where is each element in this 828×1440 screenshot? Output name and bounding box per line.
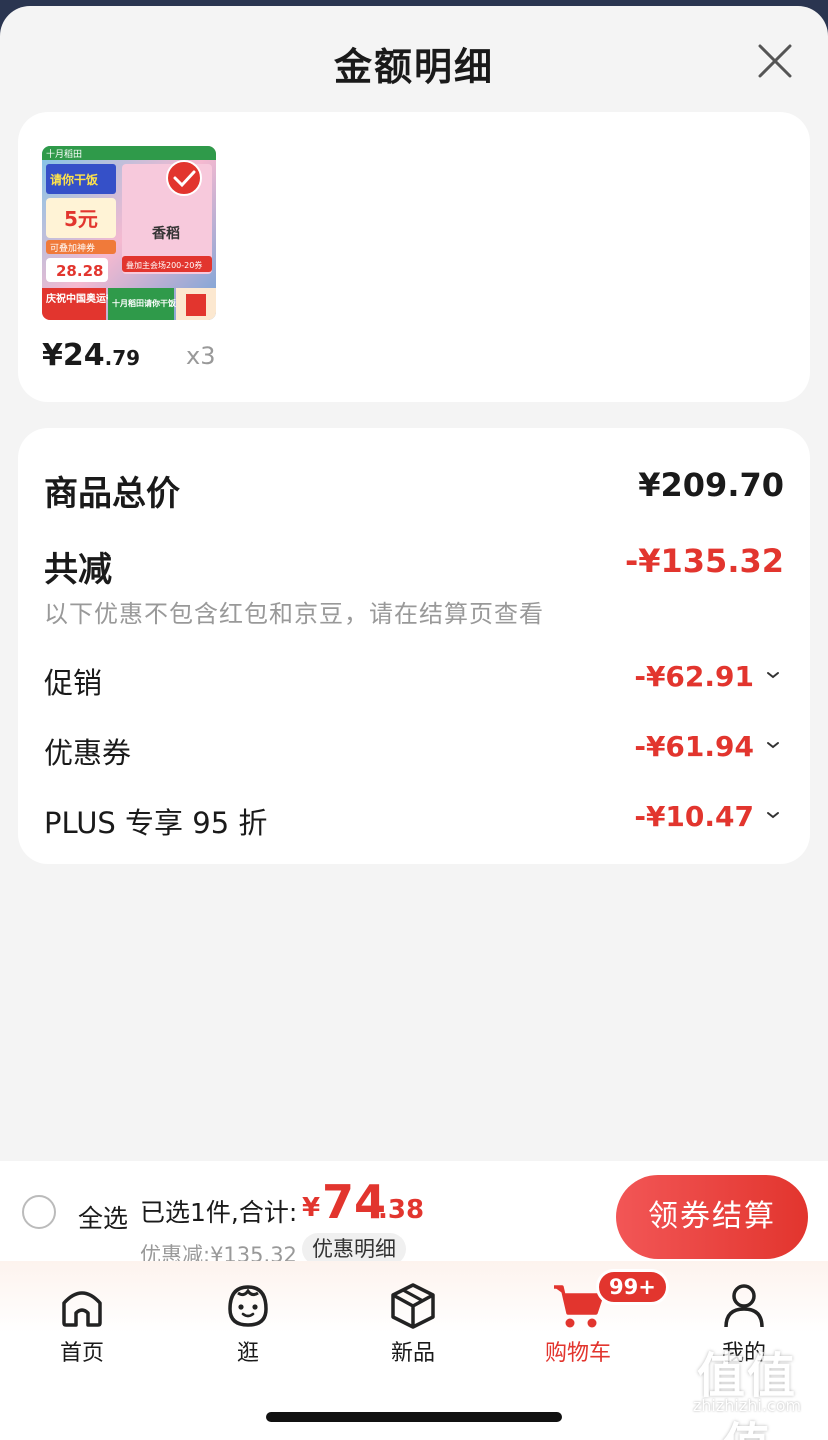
- reduce-value: -¥135.32: [624, 542, 784, 580]
- person-icon: [724, 1284, 764, 1328]
- selected-count-text: 已选1件,合计:: [140, 1198, 298, 1227]
- select-all-label[interactable]: 全选: [78, 1199, 128, 1235]
- tab-label: 新品: [390, 1341, 435, 1366]
- discount-item-value: -¥10.47: [634, 800, 754, 833]
- tab-label: 购物车: [544, 1341, 611, 1366]
- total-row: 商品总价 ¥209.70: [44, 466, 784, 515]
- watermark-logo: 值值值 zhizhizhi.com: [672, 1336, 822, 1440]
- promo-text: 叠加主会场200-20券: [126, 260, 202, 270]
- tab-browse[interactable]: 逛: [188, 1279, 308, 1366]
- chevron-down-icon: [767, 672, 779, 679]
- discount-text-img: 5元: [64, 207, 98, 231]
- price-symbol: ¥: [42, 338, 63, 373]
- reduce-row: 共减 -¥135.32: [44, 542, 784, 591]
- price-decimal: .79: [104, 346, 141, 370]
- total-integer: 74: [322, 1175, 387, 1229]
- sheet-title: 金额明细: [333, 45, 494, 89]
- chevron-down-icon: [767, 742, 779, 749]
- total-decimal: .38: [378, 1195, 425, 1225]
- watermark-char: 值: [722, 1418, 772, 1440]
- close-button[interactable]: [750, 36, 800, 86]
- checkout-bar: 全选 已选1件,合计: ¥ 74 .38 优惠减:¥135.32 优惠明细 领券…: [0, 1161, 828, 1267]
- stack-tag-text: 可叠加神券: [50, 242, 95, 254]
- tab-cart[interactable]: 99+ 购物车: [518, 1269, 669, 1366]
- reduce-note: 以下优惠不包含红包和京豆，请在结算页查看: [44, 600, 544, 628]
- total-symbol: ¥: [302, 1193, 321, 1223]
- discount-item-value: -¥62.91: [634, 660, 754, 693]
- caption-mid-text: 十月稻田请你干饭: [112, 298, 176, 308]
- product-card: 十月稻田 请你干饭 5元 可叠加神券 28.28 香稻 叠加主会场200-20券…: [18, 112, 810, 402]
- discount-item-value: -¥61.94: [634, 730, 754, 763]
- discount-item-label: 促销: [44, 666, 103, 700]
- price-integer: 24: [62, 338, 105, 373]
- watermark-site: zhizhizhi.com: [692, 1396, 802, 1415]
- amount-detail-sheet: 金额明细 十月稻田 请你干饭 5元 可叠加神券 28.28 香稻 叠加主会场20…: [0, 6, 828, 1440]
- cart-badge: 99+: [596, 1269, 669, 1305]
- discount-item-label: 优惠券: [44, 736, 132, 770]
- discount-item-plus[interactable]: PLUS 专享 95 折 -¥10.47: [44, 800, 784, 842]
- top-promo-text: 请你干饭: [50, 172, 98, 187]
- product-quantity: x3: [186, 342, 216, 370]
- cube-icon: [391, 1283, 435, 1329]
- close-icon: [758, 44, 792, 78]
- img-price-text: 28.28: [56, 262, 103, 280]
- home-indicator: [266, 1412, 562, 1422]
- total-label: 商品总价: [44, 474, 180, 514]
- tab-home[interactable]: 首页: [22, 1279, 142, 1366]
- product-thumbnail[interactable]: 十月稻田 请你干饭 5元 可叠加神券 28.28 香稻 叠加主会场200-20券…: [42, 146, 216, 320]
- chevron-down-icon: [767, 812, 779, 819]
- tab-new[interactable]: 新品: [353, 1279, 473, 1366]
- discount-item-coupon[interactable]: 优惠券 -¥61.94: [44, 730, 784, 772]
- reduce-note-row: 以下优惠不包含红包和京豆，请在结算页查看: [44, 594, 784, 629]
- price-summary-card: 商品总价 ¥209.70 共减 -¥135.32 以下优惠不包含红包和京豆，请在…: [18, 428, 810, 864]
- checkout-button[interactable]: 领券结算: [616, 1175, 808, 1259]
- select-all-checkbox[interactable]: [22, 1195, 56, 1229]
- sheet-header: 金额明细: [0, 6, 828, 110]
- tab-label: 逛: [236, 1341, 259, 1366]
- reduce-label: 共减: [44, 550, 112, 590]
- total-value: ¥209.70: [638, 466, 784, 504]
- home-icon: [62, 1291, 102, 1327]
- product-price: ¥24.79: [42, 338, 140, 373]
- discount-item-promotion[interactable]: 促销 -¥62.91: [44, 660, 784, 702]
- face-icon: [228, 1285, 268, 1327]
- brand-text: 十月稻田: [46, 148, 82, 160]
- tab-label: 首页: [59, 1341, 104, 1366]
- center-text: 香稻: [151, 225, 180, 242]
- discount-item-label: PLUS 专享 95 折: [44, 806, 268, 840]
